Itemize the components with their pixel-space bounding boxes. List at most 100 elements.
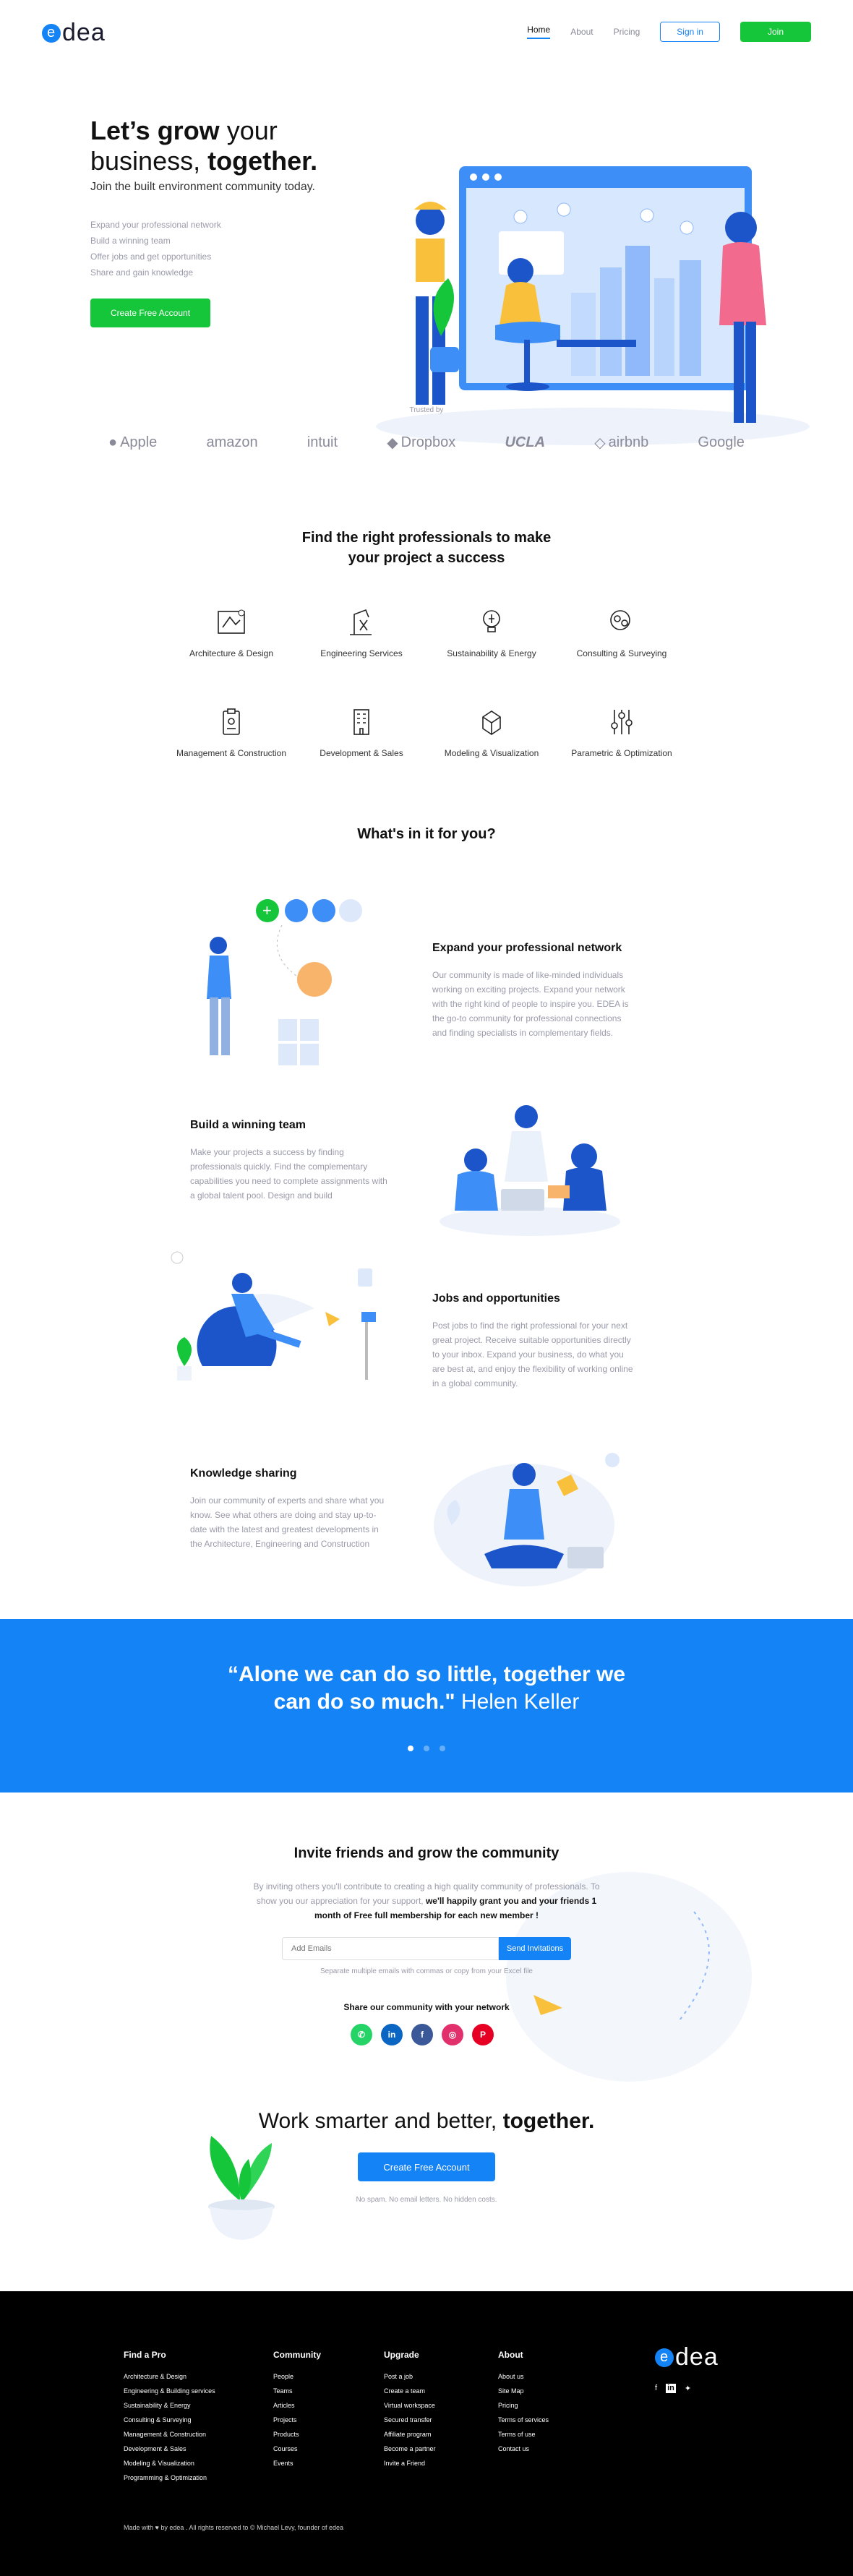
amazon-logo: amazon xyxy=(206,434,258,450)
footer-link[interactable]: Post a job xyxy=(384,2369,436,2384)
benefit-knowledge: Knowledge sharing Join our community of … xyxy=(190,1467,391,1551)
benefit-text: Make your projects a success by finding … xyxy=(190,1147,387,1201)
benefit-title: Expand your professional network xyxy=(432,942,622,954)
sliders-icon xyxy=(611,710,633,734)
benefit-network: Expand your professional network Our com… xyxy=(432,942,633,1040)
page: e dea Home About Pricing Sign in Join Le… xyxy=(0,0,853,2576)
footer-link[interactable]: Architecture & Design xyxy=(124,2369,215,2384)
footer-link[interactable]: Virtual workspace xyxy=(384,2398,436,2413)
footer-link[interactable]: Contact us xyxy=(498,2442,549,2456)
share-social-row: ✆ in f ◎ P xyxy=(351,2024,494,2045)
jobs-illustration xyxy=(171,1251,376,1381)
clipboard-icon xyxy=(223,708,240,735)
invite-email-input[interactable] xyxy=(282,1937,499,1960)
footer-link[interactable]: Courses xyxy=(273,2442,321,2456)
benefit-text: Join our community of experts and share … xyxy=(190,1495,385,1549)
benefit-team: Build a winning team Make your projects … xyxy=(190,1119,391,1203)
pro-consulting[interactable]: Consulting & Surveying xyxy=(557,607,687,659)
hero-bullet: Offer jobs and get opportunities xyxy=(90,252,212,262)
footer-link[interactable]: Products xyxy=(273,2427,321,2442)
carousel-dots xyxy=(0,1746,853,1751)
logo-text: dea xyxy=(675,2343,719,2371)
footer-link[interactable]: Teams xyxy=(273,2384,321,2398)
carousel-dot[interactable] xyxy=(440,1746,445,1751)
facebook-icon[interactable]: f xyxy=(411,2024,433,2045)
team-illustration xyxy=(440,1105,620,1236)
benefit-jobs: Jobs and opportunities Post jobs to find… xyxy=(432,1292,633,1391)
footer-link[interactable]: Consulting & Surveying xyxy=(124,2413,215,2427)
footer-link[interactable]: Create a team xyxy=(384,2384,436,2398)
pinterest-icon[interactable]: P xyxy=(472,2024,494,2045)
nav: Home About Pricing Sign in Join xyxy=(527,22,811,42)
footer-logo[interactable]: e dea xyxy=(655,2343,719,2371)
footer-col-find-a-pro: Find a Pro Architecture & Design Enginee… xyxy=(124,2348,215,2485)
pro-modeling[interactable]: Modeling & Visualization xyxy=(426,707,557,759)
pro-parametric[interactable]: Parametric & Optimization xyxy=(557,707,687,759)
footer-link[interactable]: Invite a Friend xyxy=(384,2456,436,2470)
blueprint-icon xyxy=(218,609,245,634)
pro-architecture[interactable]: Architecture & Design xyxy=(166,607,296,659)
footer-link[interactable]: Terms of use xyxy=(498,2427,549,2442)
footer-create-account-button[interactable]: Create Free Account xyxy=(358,2152,495,2181)
footer-link[interactable]: Secured transfer xyxy=(384,2413,436,2427)
logo[interactable]: e dea xyxy=(42,19,106,47)
footer-link[interactable]: About us xyxy=(498,2369,549,2384)
benefit-text: Post jobs to find the right professional… xyxy=(432,1321,633,1388)
benefit-title: Knowledge sharing xyxy=(190,1467,297,1480)
nav-pricing[interactable]: Pricing xyxy=(614,27,640,37)
crane-icon xyxy=(350,609,372,635)
twitter-icon[interactable]: ✦ xyxy=(685,2384,691,2393)
pro-sustainability[interactable]: Sustainability & Energy xyxy=(426,607,557,659)
join-button[interactable]: Join xyxy=(740,22,811,42)
linkedin-icon[interactable]: in xyxy=(666,2384,676,2393)
footer-link[interactable]: Site Map xyxy=(498,2384,549,2398)
footer-link[interactable]: Become a partner xyxy=(384,2442,436,2456)
footer-link[interactable]: People xyxy=(273,2369,321,2384)
footer-link[interactable]: Pricing xyxy=(498,2398,549,2413)
hero-bullets: Expand your professional network Build a… xyxy=(90,217,221,280)
benefit-text: Our community is made of like-minded ind… xyxy=(432,970,629,1038)
whatsapp-icon[interactable]: ✆ xyxy=(351,2024,372,2045)
invite-section: Invite friends and grow the community By… xyxy=(0,1793,853,2096)
svg-text:+: + xyxy=(262,901,272,919)
pro-management[interactable]: Management & Construction xyxy=(166,707,296,759)
nav-about[interactable]: About xyxy=(570,27,593,37)
footer-link[interactable]: Sustainability & Energy xyxy=(124,2398,215,2413)
footer-col-about: About About us Site Map Pricing Terms of… xyxy=(498,2348,549,2456)
benefit-title: Build a winning team xyxy=(190,1119,307,1131)
footer-col-title: Upgrade xyxy=(384,2350,419,2360)
hero-create-account-button[interactable]: Create Free Account xyxy=(90,299,210,327)
carousel-dot[interactable] xyxy=(424,1746,429,1751)
plant-illustration xyxy=(208,2136,275,2240)
facebook-icon[interactable]: f xyxy=(655,2384,657,2393)
invite-text: By inviting others you'll contribute to … xyxy=(253,1881,600,1920)
carousel-dot[interactable] xyxy=(408,1746,413,1751)
footer-link[interactable]: Terms of services xyxy=(498,2413,549,2427)
signin-button[interactable]: Sign in xyxy=(660,22,720,42)
footer-link[interactable]: Modeling & Visualization xyxy=(124,2456,215,2470)
footer-link[interactable]: Management & Construction xyxy=(124,2427,215,2442)
ucla-logo: UCLA xyxy=(505,434,546,450)
nav-home[interactable]: Home xyxy=(527,25,551,39)
pro-development[interactable]: Development & Sales xyxy=(296,707,426,759)
benefits-title: What's in it for you? xyxy=(357,826,496,842)
footer-link[interactable]: Articles xyxy=(273,2398,321,2413)
send-invitations-button[interactable]: Send Invitations xyxy=(499,1937,571,1960)
linkedin-icon[interactable]: in xyxy=(381,2024,403,2045)
footer-link[interactable]: Events xyxy=(273,2456,321,2470)
hero-subtitle: Join the built environment community tod… xyxy=(90,181,315,193)
benefits-section: What's in it for you? + Expand your prof… xyxy=(0,810,853,1619)
cube-icon xyxy=(482,710,501,735)
bulb-icon xyxy=(483,610,500,632)
logo-mark-icon: e xyxy=(42,23,61,43)
trusted-label: Trusted by xyxy=(409,406,444,414)
footer-link[interactable]: Programming & Optimization xyxy=(124,2470,215,2485)
footer-link[interactable]: Engineering & Building services xyxy=(124,2384,215,2398)
footer-link[interactable]: Affiliate program xyxy=(384,2427,436,2442)
instagram-icon[interactable]: ◎ xyxy=(442,2024,463,2045)
footer-link[interactable]: Development & Sales xyxy=(124,2442,215,2456)
invite-title: Invite friends and grow the community xyxy=(293,1845,560,1861)
pro-engineering[interactable]: Engineering Services xyxy=(296,607,426,659)
footer-link[interactable]: Projects xyxy=(273,2413,321,2427)
header: e dea Home About Pricing Sign in Join xyxy=(0,0,853,65)
